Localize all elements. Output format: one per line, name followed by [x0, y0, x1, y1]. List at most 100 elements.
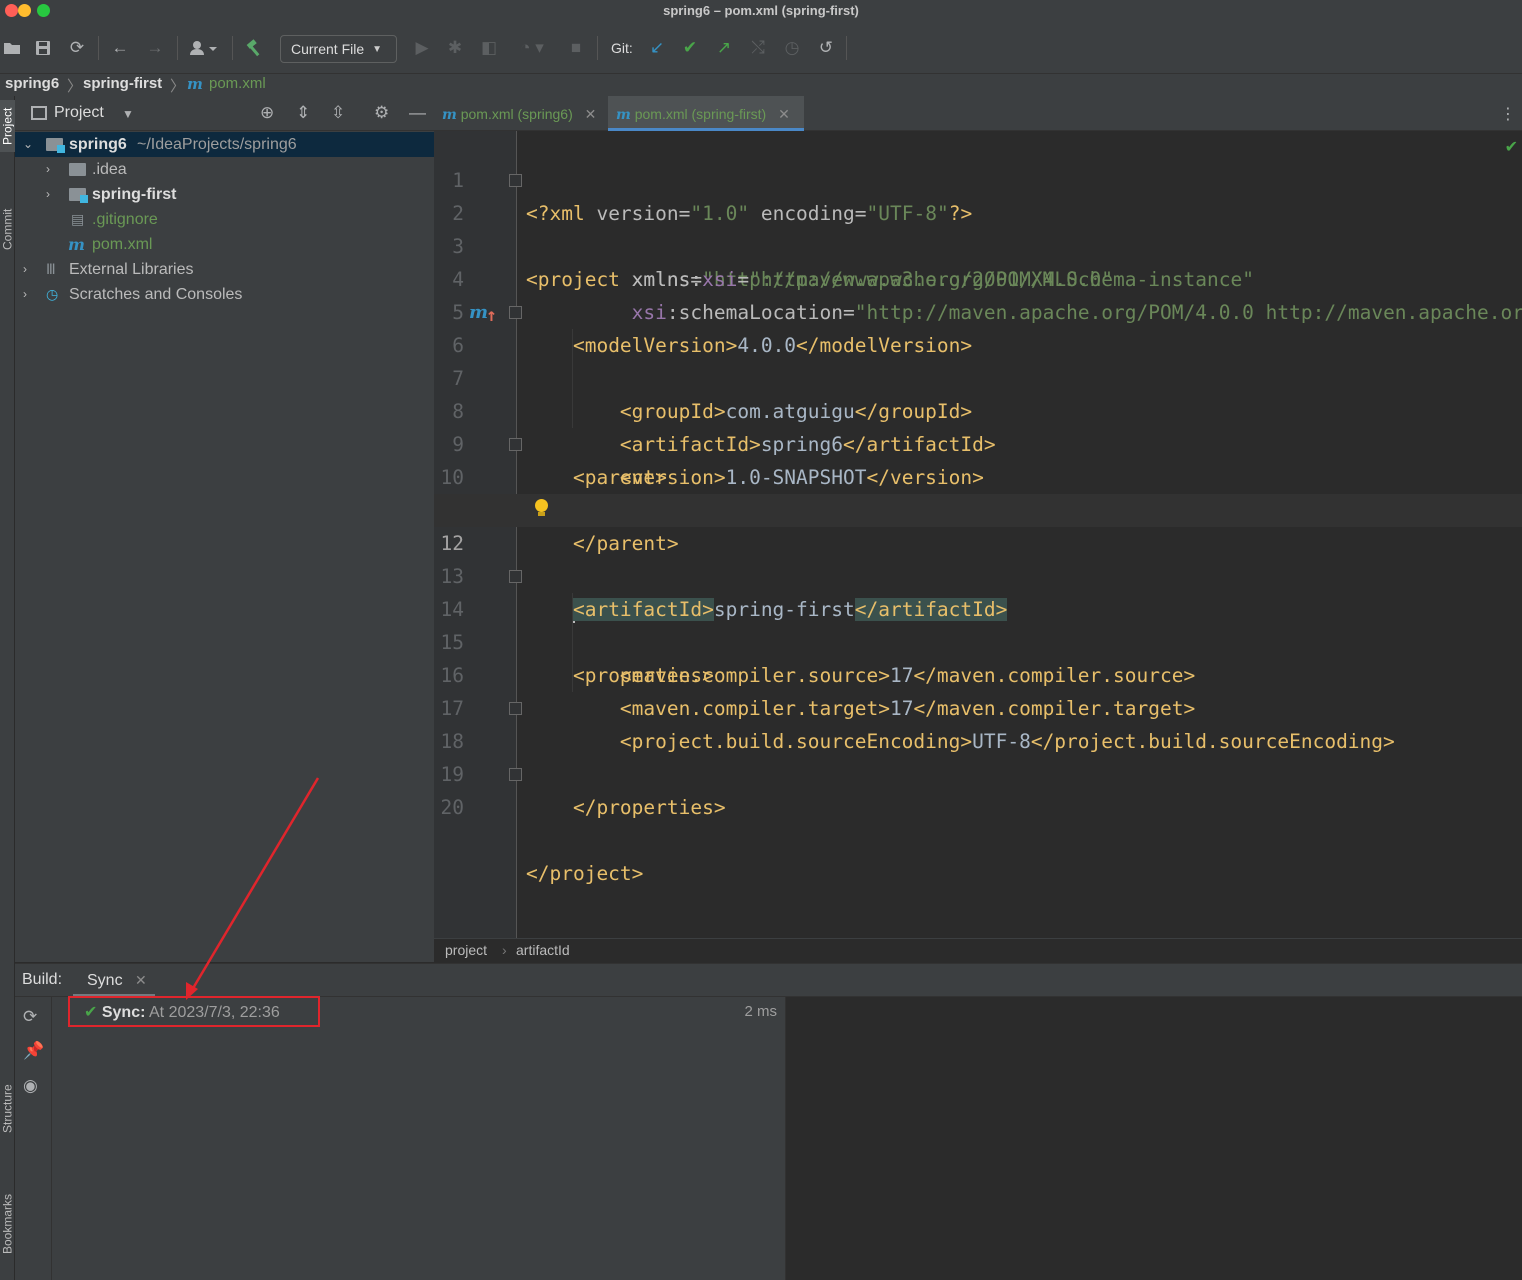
pin-icon[interactable]: 📌: [23, 1041, 44, 1061]
project-panel: Project ▼ ⊕ ⇕ ⇳ ⚙ — ⌄ spring6 ~/IdeaProj…: [15, 96, 434, 962]
breadcrumb-file[interactable]: pom.xml: [209, 75, 266, 92]
git-push-icon[interactable]: ↗: [712, 36, 736, 60]
tool-tab-bookmarks[interactable]: Bookmarks: [0, 1174, 15, 1274]
debug-icon[interactable]: ✱: [443, 36, 467, 60]
breadcrumb-module[interactable]: spring-first: [83, 75, 162, 92]
annotation-highlight-box: [68, 996, 320, 1027]
profile-dropdown-icon[interactable]: ◔ ▾: [512, 36, 552, 60]
run-config-dropdown[interactable]: Current File ▼: [280, 35, 397, 63]
code-line: 20 </project>: [434, 758, 1522, 885]
code-line: 11: [434, 461, 1522, 522]
editor-tab-bar: m pom.xml (spring6) ✕ m pom.xml (spring-…: [434, 96, 1522, 131]
hide-icon[interactable]: —: [409, 103, 426, 123]
tab-label: pom.xml (spring6): [460, 106, 573, 122]
gear-icon[interactable]: ⚙: [374, 103, 389, 123]
resync-icon[interactable]: ⟳: [23, 1007, 37, 1027]
close-icon[interactable]: ✕: [778, 106, 790, 122]
tree-item-spring6[interactable]: ⌄ spring6 ~/IdeaProjects/spring6: [15, 132, 434, 157]
code-line: 3 xmlns:xsi="http://www.w3.org/2001/XMLS…: [434, 197, 1522, 291]
crumb-separator: ›: [502, 942, 507, 958]
maven-file-icon: m: [187, 75, 203, 93]
open-folder-icon[interactable]: [0, 36, 24, 60]
expand-all-icon[interactable]: ⇕: [296, 103, 310, 123]
code-line: 14 <properties>: [434, 560, 1522, 687]
crumb-project[interactable]: project: [445, 942, 487, 958]
tree-item-gitignore[interactable]: ▤ .gitignore: [15, 207, 434, 232]
scratches-icon: ◷: [46, 286, 59, 302]
crumb-artifactid[interactable]: artifactId: [516, 942, 570, 958]
tree-item-spring-first[interactable]: › spring-first: [15, 182, 434, 207]
close-icon[interactable]: ✕: [135, 972, 147, 988]
maven-file-icon: m: [68, 235, 85, 254]
code-editor[interactable]: ✔ 1 <?xml version="1.0" encoding="UTF-8"…: [434, 131, 1522, 938]
tool-tab-project[interactable]: Project: [0, 100, 15, 152]
git-update-icon[interactable]: ↙: [645, 36, 669, 60]
tree-item-label: Scratches and Consoles: [69, 286, 243, 303]
tool-tab-commit[interactable]: Commit: [0, 194, 15, 264]
tree-item-idea[interactable]: › .idea: [15, 157, 434, 182]
locate-icon[interactable]: ⊕: [260, 103, 274, 123]
fold-icon[interactable]: [509, 768, 522, 781]
editor-breadcrumbs: project › artifactId: [434, 938, 1522, 963]
coverage-icon[interactable]: ◧: [477, 36, 501, 60]
collapse-all-icon[interactable]: ⇳: [331, 103, 345, 123]
tab-pom-spring6[interactable]: m pom.xml (spring6) ✕: [434, 96, 607, 131]
close-icon[interactable]: ✕: [585, 106, 597, 122]
git-compare-icon[interactable]: ⤭: [746, 36, 770, 60]
code-line: 16 <maven.compiler.target>17</maven.comp…: [434, 626, 1522, 720]
window-title: spring6 – pom.xml (spring-first): [663, 3, 859, 18]
tab-sync[interactable]: Sync ✕: [73, 964, 155, 997]
code-line: 4 xsi:schemaLocation="http://maven.apach…: [434, 230, 1522, 324]
breadcrumb-separator: 〉: [170, 78, 186, 95]
eye-icon[interactable]: ◉: [23, 1076, 38, 1096]
fold-icon[interactable]: [509, 702, 522, 715]
tree-item-external-libraries[interactable]: › Ⅲ External Libraries: [15, 257, 434, 282]
tree-item-label: spring6: [69, 136, 127, 153]
user-dropdown-icon[interactable]: [186, 36, 222, 60]
fold-icon[interactable]: [509, 570, 522, 583]
breadcrumb-project[interactable]: spring6: [5, 75, 59, 92]
back-icon[interactable]: ←: [108, 36, 132, 60]
fold-icon[interactable]: [509, 438, 522, 451]
module-folder-icon: [46, 138, 65, 153]
chevron-down-icon[interactable]: ▼: [122, 107, 134, 121]
fold-icon[interactable]: [509, 174, 522, 187]
tree-item-scratches[interactable]: › ◷ Scratches and Consoles: [15, 282, 434, 307]
main-toolbar: ⟳ ← → Current File ▼ ▶ ✱ ◧ ◔ ▾ ■ Git: ↙ …: [0, 22, 1522, 74]
run-icon[interactable]: ▶: [410, 36, 434, 60]
left-tool-strip: Project Commit Structure Bookmarks: [0, 96, 15, 1280]
sync-icon[interactable]: ⟳: [65, 36, 89, 60]
navigate-up-arrow-icon[interactable]: ↑: [486, 299, 497, 332]
code-line: 17 <project.build.sourceEncoding>UTF-8</…: [434, 659, 1522, 753]
tree-item-pom[interactable]: m pom.xml: [15, 232, 434, 257]
chevron-right-icon[interactable]: ›: [46, 182, 50, 207]
build-tree: ✔ Sync: At 2023/7/3, 22:36 2 ms: [52, 997, 786, 1280]
chevron-right-icon[interactable]: ›: [46, 157, 50, 182]
tree-item-path: ~/IdeaProjects/spring6: [137, 136, 297, 153]
tool-tab-structure[interactable]: Structure: [0, 1064, 15, 1154]
forward-icon[interactable]: →: [143, 36, 167, 60]
stop-icon[interactable]: ■: [564, 36, 588, 60]
rollback-icon[interactable]: ↺: [814, 36, 838, 60]
chevron-down-icon[interactable]: ⌄: [23, 132, 33, 157]
git-history-icon[interactable]: ◷: [780, 36, 804, 60]
maven-file-icon: m: [616, 107, 631, 123]
breadcrumb: spring6 〉 spring-first 〉 m pom.xml: [0, 74, 1522, 96]
git-commit-icon[interactable]: ✔: [678, 36, 702, 60]
code-line: 10 </parent>: [434, 428, 1522, 555]
fold-icon[interactable]: [509, 306, 522, 319]
lightbulb-icon[interactable]: [534, 499, 548, 517]
build-console[interactable]: [786, 997, 1522, 1280]
project-panel-title[interactable]: Project: [54, 104, 104, 122]
more-icon[interactable]: ⋮: [1500, 104, 1516, 124]
build-hammer-icon[interactable]: [242, 36, 266, 60]
chevron-right-icon[interactable]: ›: [23, 257, 27, 282]
maven-file-icon: m: [442, 107, 457, 123]
save-icon[interactable]: [31, 36, 55, 60]
libraries-icon: Ⅲ: [46, 261, 56, 277]
build-toolbar: ⟳ 📌 ◉: [15, 997, 52, 1280]
tab-pom-spring-first[interactable]: m pom.xml (spring-first) ✕: [608, 96, 804, 131]
code-line: 13: [434, 527, 1522, 588]
sync-duration: 2 ms: [744, 1003, 777, 1020]
chevron-right-icon[interactable]: ›: [23, 282, 27, 307]
